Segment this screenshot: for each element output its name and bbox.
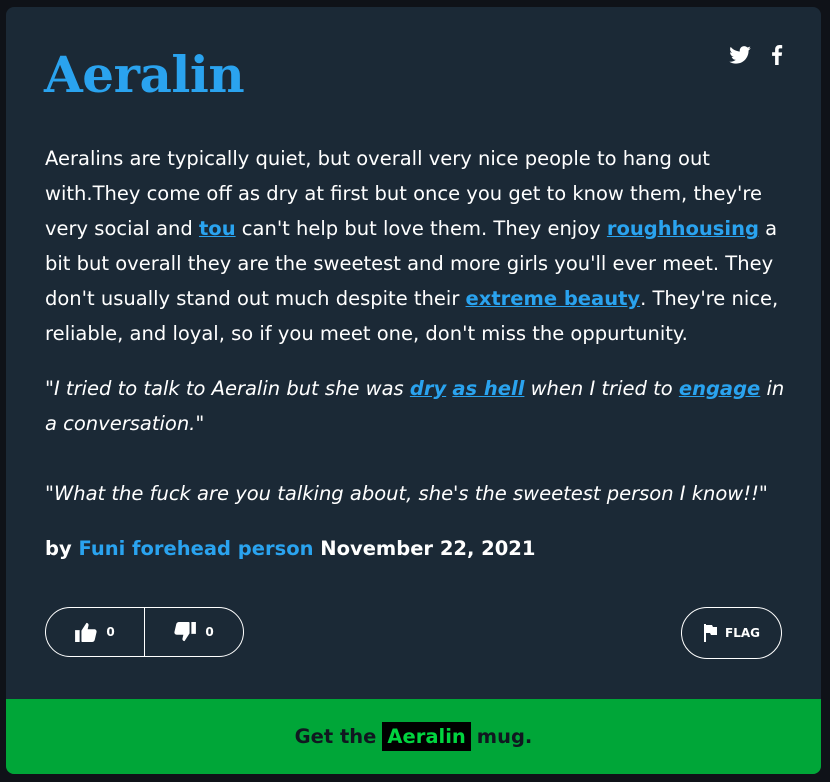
example-text: when I tried to [524, 377, 679, 400]
example-line: "What the fuck are you talking about, sh… [45, 482, 768, 505]
twitter-icon[interactable] [729, 46, 751, 64]
definition-card: Aeralin Aeralins are typically quiet, bu… [6, 7, 821, 774]
downvote-count: 0 [205, 625, 214, 639]
example-link-as-hell[interactable]: as hell [452, 377, 524, 400]
upvote-button[interactable]: 0 [46, 608, 144, 656]
mug-suffix: mug. [476, 725, 533, 748]
example-spacer [45, 441, 785, 476]
definition-meaning: Aeralins are typically quiet, but overal… [45, 141, 785, 351]
author-link[interactable]: Funi forehead person [78, 537, 313, 560]
mug-prefix: Get the [294, 725, 377, 748]
example-text: "I tried to talk to Aeralin but she was [45, 377, 410, 400]
example-link-engage[interactable]: engage [679, 377, 760, 400]
mug-banner[interactable]: Get the Aeralin mug. [6, 699, 821, 774]
share-buttons [729, 45, 783, 65]
contributor-by: by [45, 537, 72, 560]
meaning-link-tou[interactable]: tou [199, 217, 236, 240]
upvote-count: 0 [106, 625, 115, 639]
definition-example: "I tried to talk to Aeralin but she was … [45, 371, 785, 511]
mug-word: Aeralin [382, 722, 471, 751]
flag-label: FLAG [725, 626, 760, 640]
flag-icon [704, 624, 717, 642]
contributor: by Funi forehead person November 22, 202… [45, 534, 535, 564]
contributor-date: November 22, 2021 [320, 537, 536, 560]
word-title[interactable]: Aeralin [44, 45, 245, 104]
meaning-link-roughhousing[interactable]: roughhousing [607, 217, 759, 240]
example-line: "I tried to talk to Aeralin but she was … [45, 371, 785, 441]
thumbs-up-icon [75, 622, 97, 642]
facebook-icon[interactable] [771, 45, 783, 65]
meaning-link-extreme-beauty[interactable]: extreme beauty [466, 287, 641, 310]
example-link-dry[interactable]: dry [410, 377, 446, 400]
vote-group: 0 0 [45, 607, 244, 657]
flag-button[interactable]: FLAG [681, 607, 782, 659]
meaning-text: can't help but love them. They enjoy [235, 217, 607, 240]
downvote-button[interactable]: 0 [144, 608, 243, 656]
thumbs-down-icon [174, 622, 197, 642]
